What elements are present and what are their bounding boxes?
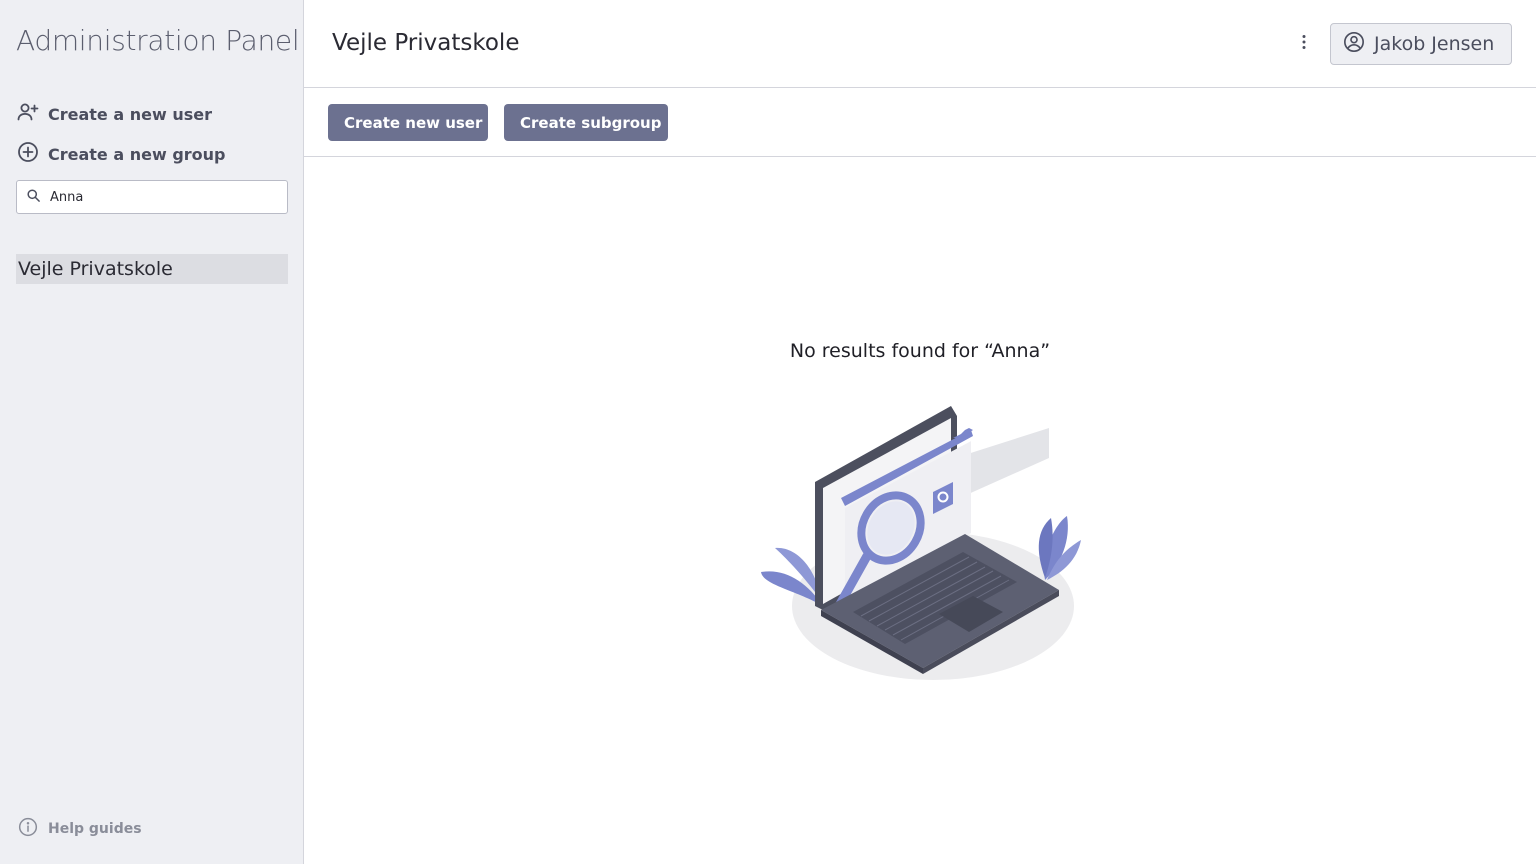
help-guides-label: Help guides	[48, 821, 142, 837]
info-icon	[18, 817, 38, 841]
create-user-link[interactable]: Create a new user	[16, 100, 212, 128]
user-menu-button[interactable]: Jakob Jensen	[1330, 23, 1512, 65]
search-icon	[26, 188, 41, 207]
create-group-link[interactable]: Create a new group	[16, 140, 226, 168]
more-vertical-icon	[1301, 34, 1307, 54]
no-results-message: No results found for “Anna”	[789, 340, 1051, 362]
create-subgroup-button[interactable]: Create subgroup	[504, 104, 668, 141]
app-title: Administration Panel	[16, 24, 300, 57]
create-group-label: Create a new group	[48, 144, 226, 164]
user-name: Jakob Jensen	[1374, 33, 1495, 55]
tree-item-vejle-privatskole[interactable]: Vejle Privatskole	[16, 254, 288, 284]
page-title: Vejle Privatskole	[332, 30, 520, 56]
account-circle-icon	[1343, 31, 1365, 58]
search-input[interactable]	[50, 189, 270, 205]
create-user-label: Create a new user	[48, 104, 212, 124]
toolbar: Create new user Create subgroup	[304, 88, 1536, 157]
search-box	[16, 180, 288, 214]
sidebar: Administration Panel Create a new user C…	[0, 0, 304, 864]
user-plus-icon	[16, 100, 40, 128]
plus-circle-icon	[16, 140, 40, 168]
header: Vejle Privatskole Jakob Jensen	[304, 0, 1536, 88]
create-new-user-button[interactable]: Create new user	[328, 104, 488, 141]
help-guides-link[interactable]: Help guides	[18, 817, 142, 841]
no-results-illustration	[755, 400, 1085, 685]
more-options-button[interactable]	[1294, 30, 1314, 58]
